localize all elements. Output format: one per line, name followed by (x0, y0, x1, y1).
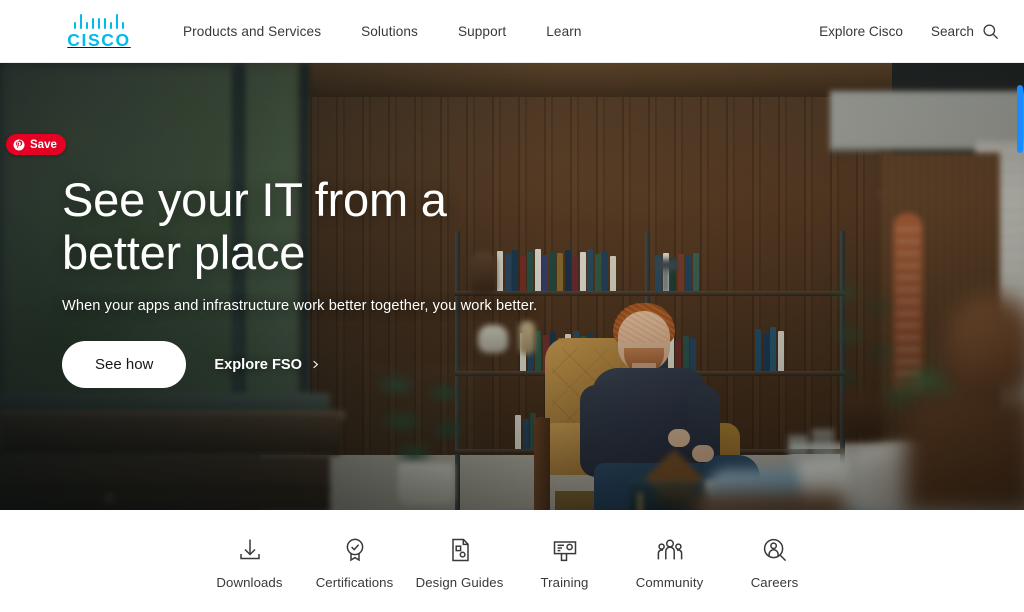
hero-banner: See your IT from a better place When you… (0, 63, 1024, 510)
hero-cta-group: See how Explore FSO (62, 341, 537, 389)
quick-links-bar: Downloads Certifications Design Guides T… (0, 510, 1024, 612)
explore-fso-label: Explore FSO (214, 356, 302, 373)
nav-item-products-and-services[interactable]: Products and Services (183, 24, 341, 39)
quicklink-label: Design Guides (415, 575, 504, 590)
quicklink-certifications[interactable]: Certifications (302, 536, 407, 590)
quicklink-label: Training (540, 575, 589, 590)
quicklink-community[interactable]: Community (617, 536, 722, 590)
quicklink-design-guides[interactable]: Design Guides (407, 536, 512, 590)
download-icon (239, 539, 260, 560)
hero-copy: See your IT from a better place When you… (62, 173, 538, 389)
hero-headline: See your IT from a better place (62, 173, 447, 280)
quicklink-label: Downloads (216, 575, 283, 590)
pinterest-icon (13, 139, 25, 150)
cisco-logo[interactable]: CISCO (58, 13, 140, 50)
search-button[interactable]: Search (931, 22, 1000, 41)
explore-cisco-link[interactable]: Explore Cisco (819, 24, 931, 39)
explore-fso-link[interactable]: Explore FSO (214, 357, 320, 373)
quicklink-training[interactable]: Training (512, 536, 617, 590)
main-nav: Products and Services Solutions Support … (183, 24, 602, 39)
nav-item-solutions[interactable]: Solutions (341, 24, 438, 39)
nav-item-learn[interactable]: Learn (526, 24, 601, 39)
header-utility-nav: Explore Cisco Search (819, 22, 1000, 41)
quicklink-label: Certifications (315, 575, 394, 590)
quicklink-downloads[interactable]: Downloads (197, 536, 302, 590)
person-search-icon (763, 538, 786, 562)
scrollbar-thumb[interactable] (1017, 85, 1023, 153)
search-icon (983, 23, 999, 39)
site-header: CISCO Products and Services Solutions Su… (0, 0, 1024, 63)
award-badge-icon (346, 538, 363, 562)
see-how-button[interactable]: See how (62, 341, 187, 389)
presentation-board-icon (553, 541, 576, 562)
nav-item-support[interactable]: Support (438, 24, 526, 39)
pinterest-save-label: Save (30, 138, 57, 151)
chevron-right-icon (313, 360, 319, 369)
search-label: Search (930, 23, 974, 39)
people-group-icon (657, 539, 682, 560)
page-scrollbar[interactable] (1016, 63, 1024, 612)
document-icon (451, 538, 469, 562)
cisco-logo-bars (73, 13, 125, 29)
hero-subhead: When your apps and infrastructure work b… (62, 298, 538, 315)
cisco-wordmark: CISCO (67, 29, 131, 50)
pinterest-save-button[interactable]: Save (6, 134, 66, 155)
quicklink-label: Careers (750, 575, 799, 590)
quicklink-label: Community (635, 575, 704, 590)
cisco-homepage: CISCO Products and Services Solutions Su… (0, 0, 1024, 612)
quicklink-careers[interactable]: Careers (722, 536, 827, 590)
